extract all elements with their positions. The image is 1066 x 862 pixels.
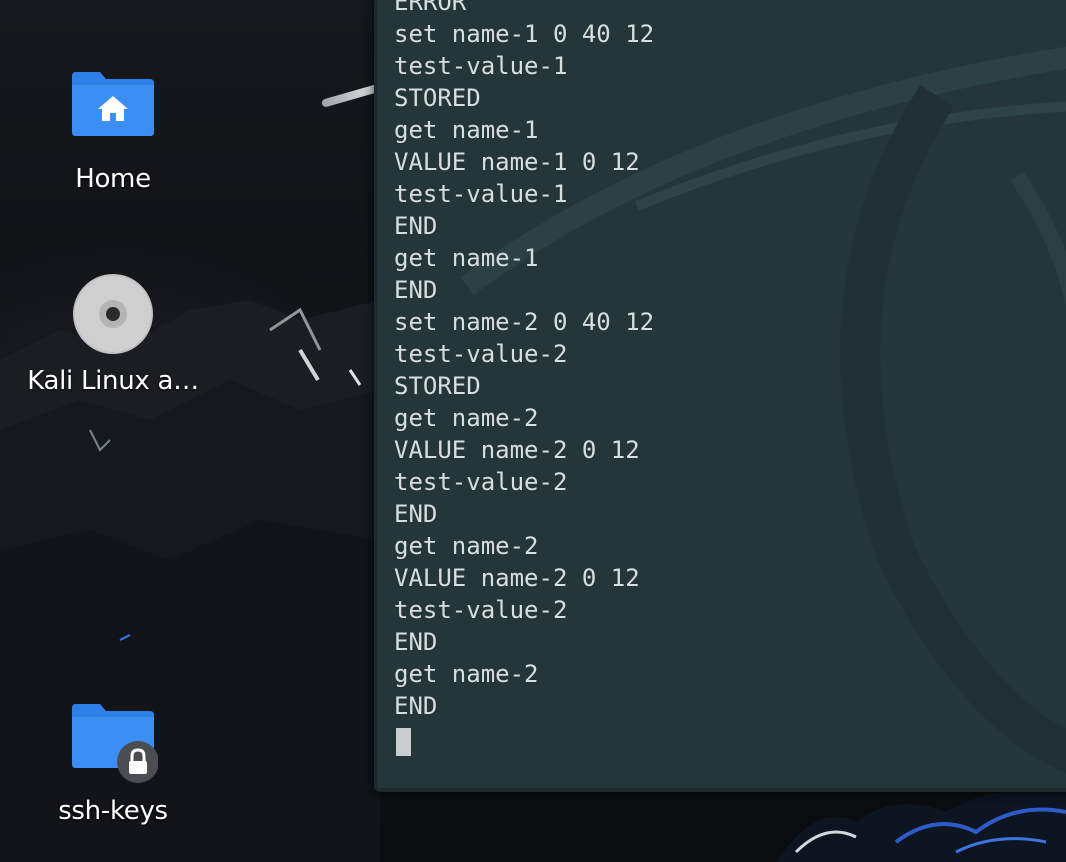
terminal-line: test-value-2 [394, 340, 568, 368]
terminal-window[interactable]: ERROR set name-1 0 40 12 test-value-1 STORE… [374, 0, 1066, 792]
terminal-line: VALUE name-2 0 12 [394, 436, 640, 464]
terminal-line: END [394, 212, 438, 240]
home-folder-icon [68, 68, 158, 158]
terminal-line: END [394, 692, 438, 720]
terminal-line: STORED [394, 372, 481, 400]
desktop: Home Kali Linux a… ssh-keys ERROR set na… [0, 0, 1066, 862]
desktop-icon-home[interactable]: Home [18, 68, 208, 194]
terminal-line: test-value-1 [394, 180, 568, 208]
terminal-line: END [394, 276, 438, 304]
desktop-icon-ssh-keys[interactable]: ssh-keys [18, 700, 208, 826]
desktop-icon-label: Kali Linux a… [27, 366, 199, 396]
desktop-icon-kali-linux[interactable]: Kali Linux a… [18, 270, 208, 396]
terminal-line: ERROR [394, 0, 467, 16]
terminal-line: test-value-2 [394, 596, 568, 624]
terminal-line: END [394, 500, 438, 528]
terminal-output: ERROR set name-1 0 40 12 test-value-1 STORE… [394, 0, 654, 722]
terminal-cursor[interactable] [396, 728, 411, 756]
terminal-line: VALUE name-2 0 12 [394, 564, 640, 592]
terminal-line: get name-2 [394, 660, 539, 688]
terminal-line: test-value-1 [394, 52, 568, 80]
terminal-line: get name-2 [394, 532, 539, 560]
locked-folder-icon [68, 700, 159, 790]
terminal-line: END [394, 628, 438, 656]
terminal-line: VALUE name-1 0 12 [394, 148, 640, 176]
terminal-line: set name-1 0 40 12 [394, 20, 655, 48]
terminal-line: get name-2 [394, 404, 539, 432]
optical-disc-icon [68, 270, 158, 360]
desktop-icon-label: Home [75, 164, 151, 194]
terminal-line: STORED [394, 84, 481, 112]
terminal-line: get name-1 [394, 116, 539, 144]
terminal-line: get name-1 [394, 244, 539, 272]
terminal-line: test-value-2 [394, 468, 568, 496]
desktop-icon-label: ssh-keys [58, 796, 168, 826]
terminal-line: set name-2 0 40 12 [394, 308, 655, 336]
wallpaper-water [776, 789, 1066, 862]
